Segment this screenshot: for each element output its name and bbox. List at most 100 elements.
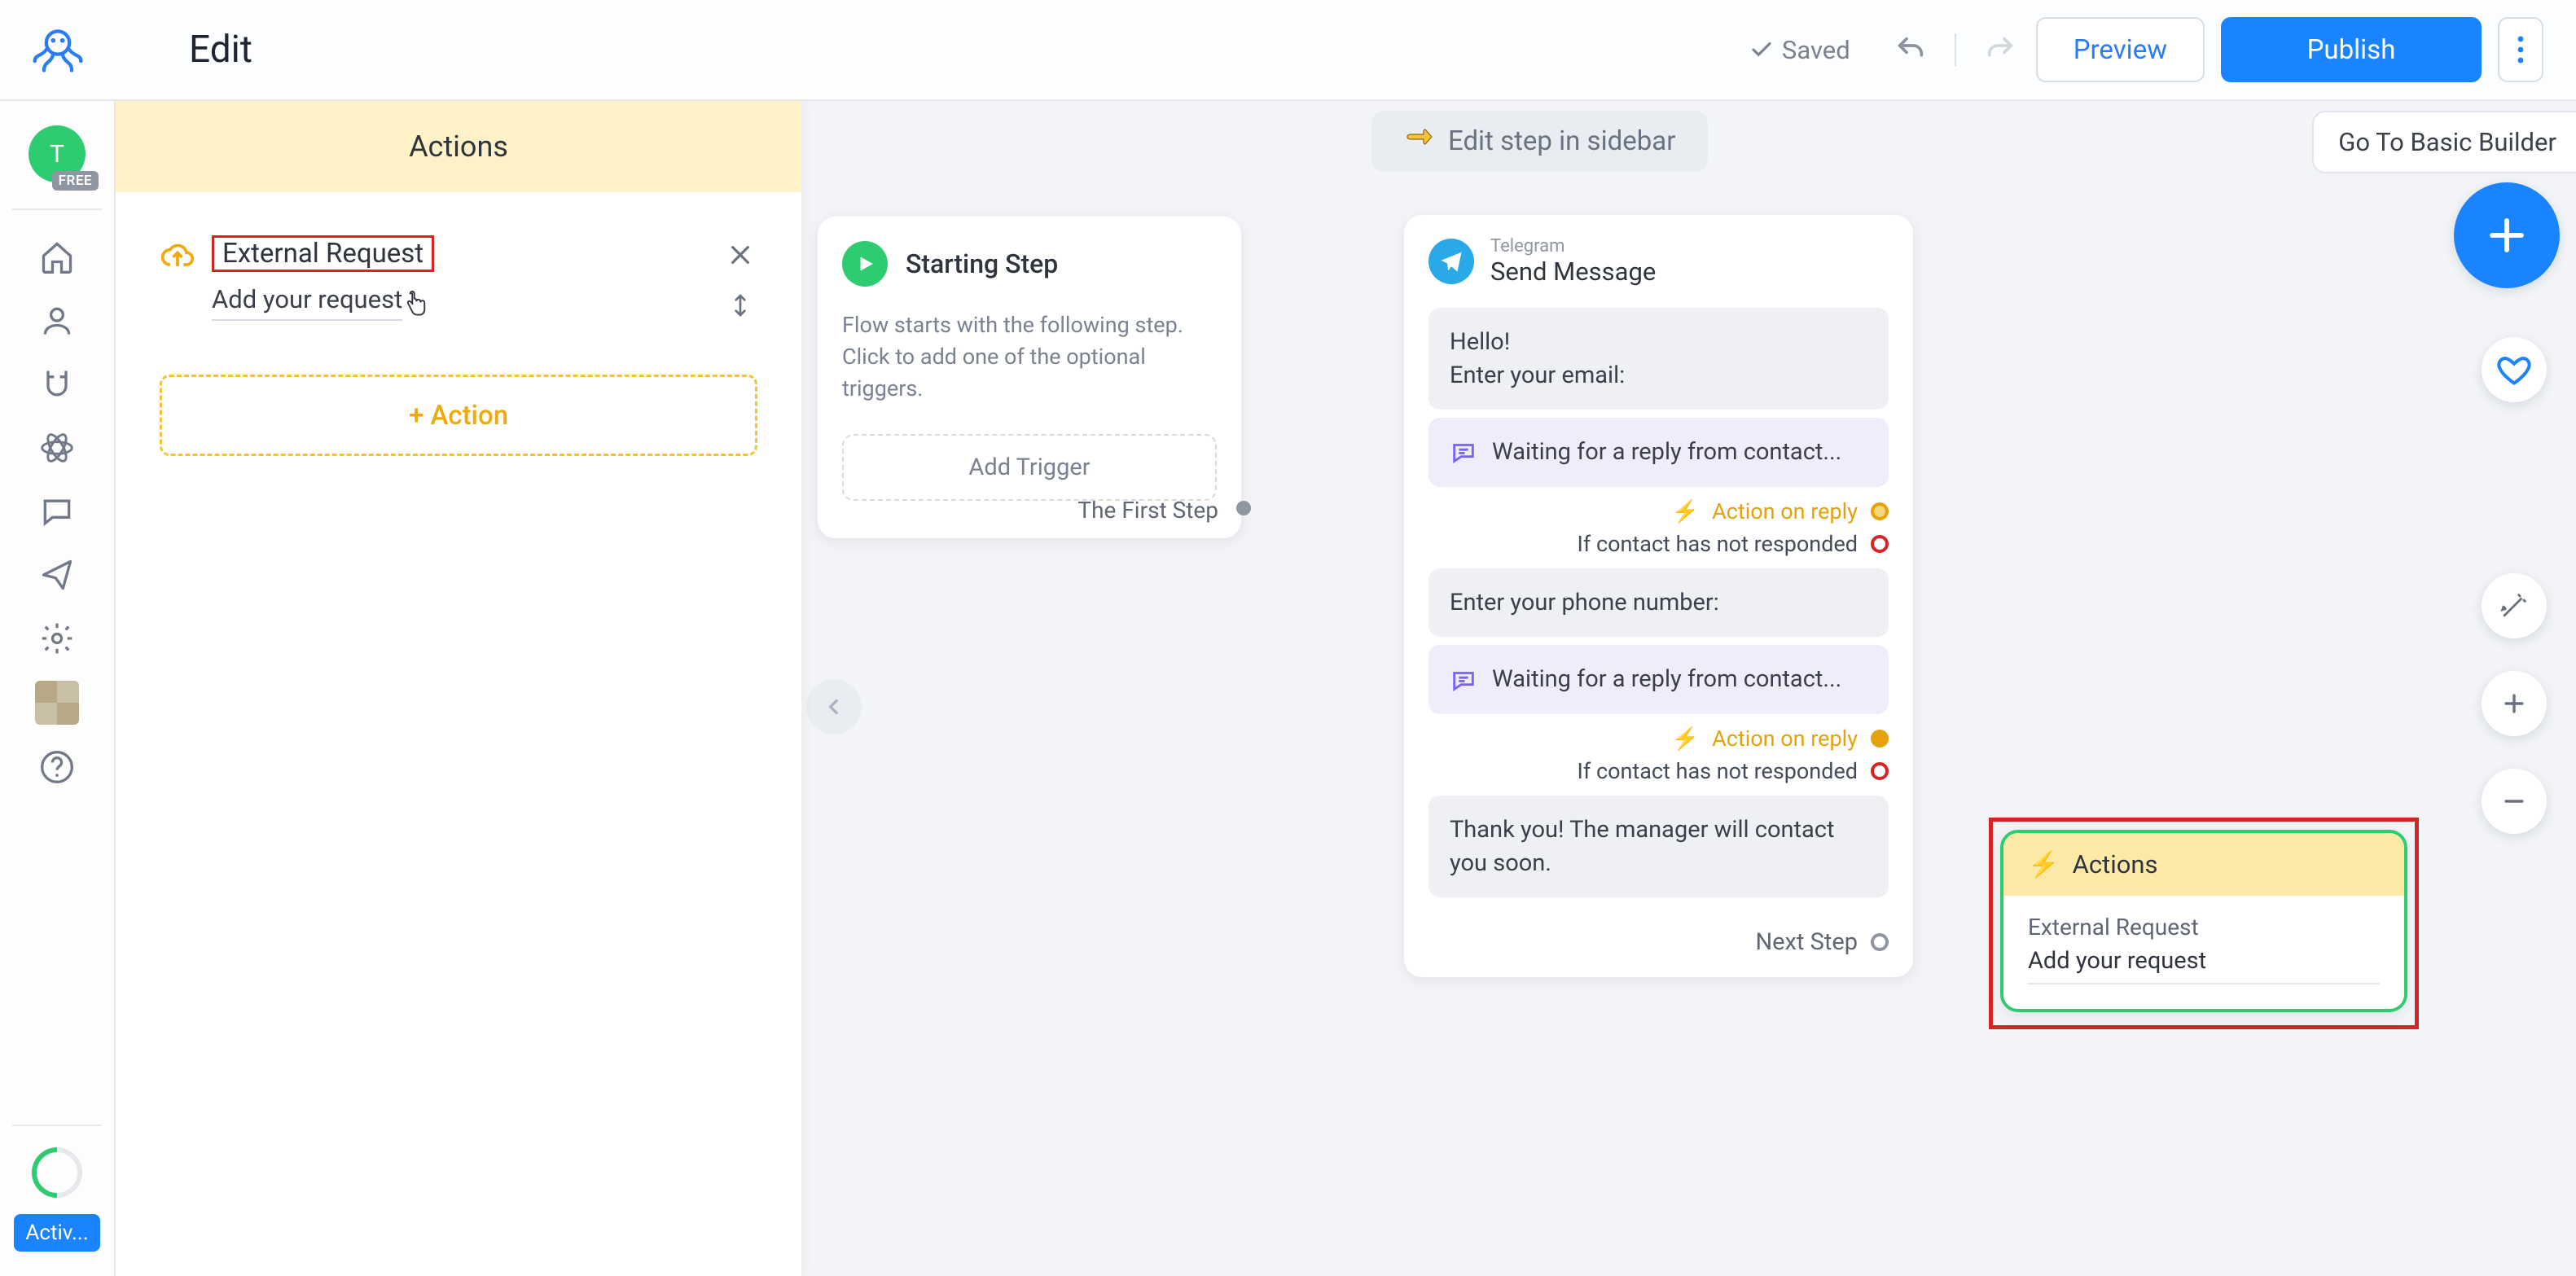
nav-atom[interactable]	[36, 427, 78, 469]
card-title: Send Message	[1490, 257, 1656, 287]
undo-icon	[1894, 33, 1927, 66]
send-message-card[interactable]: Telegram Send Message Hello! Enter your …	[1404, 215, 1913, 977]
msg-hello: Hello!	[1450, 328, 1510, 356]
undo-button[interactable]	[1891, 30, 1930, 69]
waiting-bubble[interactable]: Waiting for a reply from contact...	[1428, 645, 1889, 714]
card-header: ⚡ Actions	[2003, 833, 2404, 896]
message-bubble[interactable]: Thank you! The manager will contact you …	[1428, 796, 1889, 897]
waiting-label: Waiting for a reply from contact...	[1492, 663, 1841, 696]
output-port[interactable]	[1871, 762, 1889, 780]
nav-settings[interactable]	[36, 617, 78, 660]
edit-step-label: Edit step in sidebar	[1448, 125, 1675, 157]
add-step-fab[interactable]	[2454, 182, 2560, 288]
no-response-row[interactable]: If contact has not responded	[1404, 755, 1913, 787]
start-line1: Flow starts with the following step.	[842, 309, 1217, 341]
message-bubble[interactable]: Hello! Enter your email:	[1428, 308, 1889, 410]
edit-step-pill[interactable]: Edit step in sidebar	[1371, 111, 1708, 172]
no-response-label: If contact has not responded	[1578, 758, 1858, 784]
close-icon	[727, 242, 753, 268]
divider	[12, 208, 102, 210]
output-port[interactable]	[1871, 535, 1889, 553]
first-step-label: The First Step	[1077, 497, 1218, 524]
nav-chat[interactable]	[36, 490, 78, 533]
more-menu-button[interactable]	[2498, 17, 2543, 82]
message-bubble[interactable]: Enter your phone number:	[1428, 568, 1889, 638]
nav-image-item[interactable]	[35, 681, 79, 725]
external-request-text: External Request Add your request	[212, 238, 434, 321]
zoom-out-fab[interactable]	[2482, 769, 2547, 834]
wand-icon	[2499, 590, 2530, 621]
nav-magnet[interactable]	[36, 363, 78, 406]
output-port[interactable]	[1871, 933, 1889, 951]
add-trigger-button[interactable]: Add Trigger	[842, 434, 1217, 501]
activate-button[interactable]: Activ...	[14, 1214, 99, 1252]
header-actions: Saved Preview Publish	[1749, 17, 2543, 82]
nav-contacts[interactable]	[36, 300, 78, 342]
plan-badge: FREE	[52, 171, 99, 191]
actions-title: Actions	[2073, 849, 2158, 879]
cursor-hand-icon	[403, 298, 428, 325]
waiting-label: Waiting for a reply from contact...	[1492, 436, 1841, 469]
go-basic-builder-button[interactable]: Go To Basic Builder	[2312, 111, 2576, 173]
card-header: Telegram Send Message	[1404, 236, 1913, 300]
reply-icon	[1450, 666, 1477, 694]
reorder-block-button[interactable]	[723, 288, 757, 322]
bolt-icon: ⚡	[1672, 498, 1700, 524]
msg-thankyou: Thank you! The manager will contact you …	[1450, 816, 1834, 877]
heart-icon	[2496, 352, 2532, 388]
favorite-fab[interactable]	[2482, 337, 2547, 402]
divider	[1955, 33, 1956, 66]
chevron-left-icon	[823, 696, 845, 717]
avatar-letter: T	[50, 140, 64, 169]
waiting-bubble[interactable]: Waiting for a reply from contact...	[1428, 418, 1889, 487]
no-response-row[interactable]: If contact has not responded	[1404, 528, 1913, 560]
card-body: External Request Add your request	[2003, 896, 2404, 1009]
saved-indicator: Saved	[1749, 35, 1850, 65]
bolt-icon: ⚡	[2028, 849, 2060, 879]
external-request-block[interactable]: External Request Add your request	[116, 192, 801, 322]
account-avatar[interactable]: T FREE	[29, 125, 86, 182]
card-title-block: Telegram Send Message	[1490, 236, 1656, 287]
next-step-row[interactable]: Next Step	[1404, 905, 1913, 956]
nav-home[interactable]	[36, 236, 78, 278]
actions-card[interactable]: ⚡ Actions External Request Add your requ…	[2000, 830, 2407, 1012]
app-logo[interactable]	[0, 22, 116, 77]
external-request-title: External Request	[212, 235, 434, 272]
next-step-label: Next Step	[1755, 928, 1858, 956]
starting-step-card[interactable]: Starting Step Flow starts with the follo…	[818, 217, 1241, 538]
magnet-icon	[39, 366, 75, 402]
platform-label: Telegram	[1490, 236, 1656, 257]
remove-block-button[interactable]	[723, 238, 757, 272]
block-controls	[723, 238, 757, 322]
redo-button[interactable]	[1981, 30, 2020, 69]
flow-canvas[interactable]: Edit step in sidebar Go To Basic Builder…	[801, 101, 2576, 1276]
action-on-reply-row[interactable]: ⚡ Action on reply	[1404, 495, 1913, 528]
no-response-label: If contact has not responded	[1578, 531, 1858, 557]
nav-send[interactable]	[36, 554, 78, 596]
nav-rail: T FREE Activ...	[0, 101, 116, 1276]
external-request-subtitle[interactable]: Add your request	[212, 284, 402, 321]
home-icon	[39, 239, 75, 275]
output-port[interactable]	[1871, 730, 1889, 748]
reply-icon	[1450, 438, 1477, 466]
publish-button[interactable]: Publish	[2221, 17, 2482, 82]
help-icon	[39, 749, 75, 785]
reorder-icon	[727, 292, 753, 318]
output-port[interactable]	[1236, 501, 1251, 515]
add-action-button[interactable]: + Action	[160, 375, 757, 456]
start-title: Starting Step	[906, 248, 1058, 279]
zoom-in-fab[interactable]	[2482, 671, 2547, 736]
pointing-hand-icon	[1404, 125, 1433, 157]
preview-button[interactable]: Preview	[2036, 17, 2205, 82]
bolt-icon: ⚡	[1672, 726, 1700, 752]
auto-layout-fab[interactable]	[2482, 573, 2547, 638]
app-header: Edit Saved Preview Publish	[0, 0, 2576, 101]
output-port[interactable]	[1871, 502, 1889, 520]
cloud-upload-icon	[160, 238, 195, 274]
divider	[12, 1125, 102, 1126]
collapse-sidebar-button[interactable]	[806, 679, 862, 734]
nav-help[interactable]	[36, 746, 78, 788]
rail-bottom: Activ...	[12, 1120, 102, 1276]
action-on-reply-row[interactable]: ⚡ Action on reply	[1404, 722, 1913, 755]
send-icon	[39, 557, 75, 593]
